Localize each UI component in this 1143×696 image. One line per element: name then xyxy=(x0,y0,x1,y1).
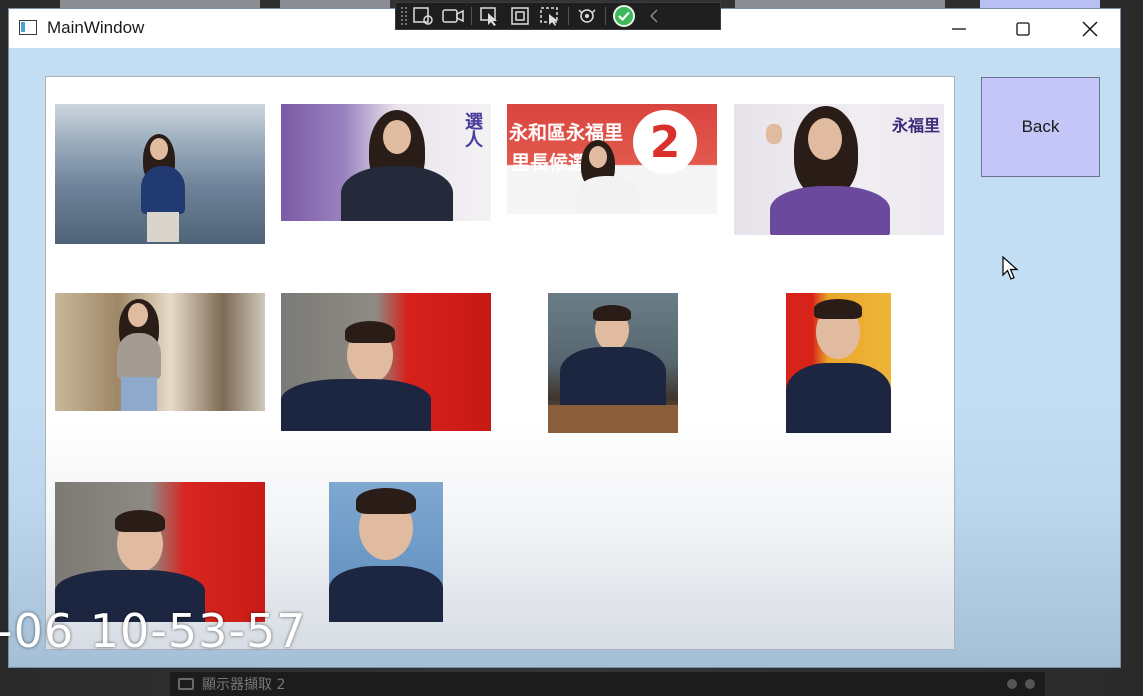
display-layout-adorners-icon xyxy=(511,7,529,25)
photo-subject-face xyxy=(150,138,168,160)
main-window: MainWindow 選人 永和區永福里 里長候選 2 永福里 Back xyxy=(8,2,1121,668)
gallery-image-man-yellow-flag[interactable] xyxy=(786,293,891,433)
window-title: MainWindow xyxy=(47,18,145,37)
xaml-debug-toolbar xyxy=(395,2,721,30)
select-element-button[interactable] xyxy=(475,4,505,28)
gallery-image-woman-fist[interactable]: 永福里 xyxy=(734,104,944,235)
gallery-image-man-blue-portrait[interactable] xyxy=(329,482,443,622)
hot-reload-status-button[interactable] xyxy=(609,4,639,28)
photo-subject-legs xyxy=(121,377,157,411)
recording-timestamp: -06 10-53-57 xyxy=(0,604,307,658)
background-window-strip xyxy=(60,0,260,8)
minimize-button[interactable] xyxy=(930,9,988,48)
hot-reload-status-check-icon xyxy=(613,5,635,27)
gallery-image-man-podium[interactable] xyxy=(548,293,678,433)
gallery-image-man-red-flag-1[interactable] xyxy=(281,293,491,431)
photo-subject-suit xyxy=(786,363,891,433)
photo-subject-fist xyxy=(766,124,782,144)
photo-subject-hair xyxy=(115,510,165,532)
minimize-icon xyxy=(952,27,966,30)
toolbar-separator xyxy=(605,7,606,25)
track-focused-element-button[interactable] xyxy=(535,4,565,28)
background-window-strip xyxy=(735,0,945,8)
photo-subject-hair xyxy=(814,299,862,319)
close-button[interactable] xyxy=(1061,9,1119,48)
maximize-icon xyxy=(1016,21,1030,36)
photo-subject-suit xyxy=(560,347,666,409)
photo-subject-body xyxy=(577,176,639,214)
taskbar-status-icons xyxy=(1007,679,1035,689)
photo-subject-face xyxy=(383,120,411,154)
photo-subject-suit xyxy=(329,566,443,622)
photo-subject-body xyxy=(117,333,161,379)
taskbar-item[interactable]: 顯示器擷取 2 xyxy=(170,672,1045,696)
track-focused-element-icon xyxy=(540,7,558,26)
image-gallery-panel: 選人 永和區永福里 里長候選 2 永福里 xyxy=(45,76,955,650)
photo-subject-face xyxy=(589,146,607,168)
hot-reload-icon xyxy=(578,9,596,23)
gallery-image-woman-storefront[interactable] xyxy=(55,293,265,411)
taskbar-label: 顯示器擷取 2 xyxy=(202,677,286,693)
photo-subject-body xyxy=(141,166,185,214)
live-visual-tree-button[interactable] xyxy=(408,4,438,28)
select-element-icon xyxy=(480,7,497,26)
maximize-button[interactable] xyxy=(994,9,1052,48)
candidate-number-badge: 2 xyxy=(633,110,697,174)
collapse-chevron-icon xyxy=(649,9,658,23)
podium-desk xyxy=(548,405,678,433)
display-layout-adorners-button[interactable] xyxy=(505,4,535,28)
banner-subtext: 里長候選 xyxy=(511,152,588,174)
gallery-image-man-red-flag-2[interactable] xyxy=(55,482,265,622)
photo-subject-face xyxy=(808,118,842,160)
app-window-icon xyxy=(19,20,37,35)
photo-subject-legs xyxy=(147,212,179,242)
photo-subject-body xyxy=(341,166,453,221)
background-window-strip xyxy=(980,0,1100,8)
mouse-cursor-icon xyxy=(1002,256,1019,280)
gallery-image-woman-heart[interactable]: 選人 xyxy=(281,104,491,221)
close-icon xyxy=(1082,21,1098,36)
record-button[interactable] xyxy=(438,4,468,28)
live-visual-tree-icon xyxy=(413,7,433,25)
monitor-icon xyxy=(178,678,194,690)
candidate-number: 2 xyxy=(649,116,681,168)
gallery-image-woman-beach[interactable] xyxy=(55,104,265,244)
photo-subject-suit xyxy=(281,379,431,431)
eye-icon[interactable] xyxy=(1007,679,1017,689)
background-window-strip xyxy=(280,0,390,8)
toolbar-grip-icon[interactable] xyxy=(400,6,408,26)
toolbar-separator xyxy=(568,7,569,25)
toolbar-separator xyxy=(471,7,472,25)
photo-subject-face xyxy=(128,303,148,327)
hot-reload-button[interactable] xyxy=(572,4,602,28)
photo-subject-hair xyxy=(345,321,395,343)
photo-subject-hair xyxy=(356,488,416,514)
collapse-toolbar-button[interactable] xyxy=(639,4,669,28)
photo-subject-hair xyxy=(593,305,631,321)
banner-text: 永和區永福里 xyxy=(509,122,624,144)
photo-subject-body xyxy=(770,186,890,235)
lock-icon[interactable] xyxy=(1025,679,1035,689)
back-button[interactable]: Back xyxy=(981,77,1100,177)
campaign-text: 選人 xyxy=(462,112,483,148)
record-icon xyxy=(442,9,464,23)
gallery-image-campaign-banner[interactable]: 永和區永福里 里長候選 2 xyxy=(507,104,717,214)
campaign-text: 永福里 xyxy=(892,116,941,135)
